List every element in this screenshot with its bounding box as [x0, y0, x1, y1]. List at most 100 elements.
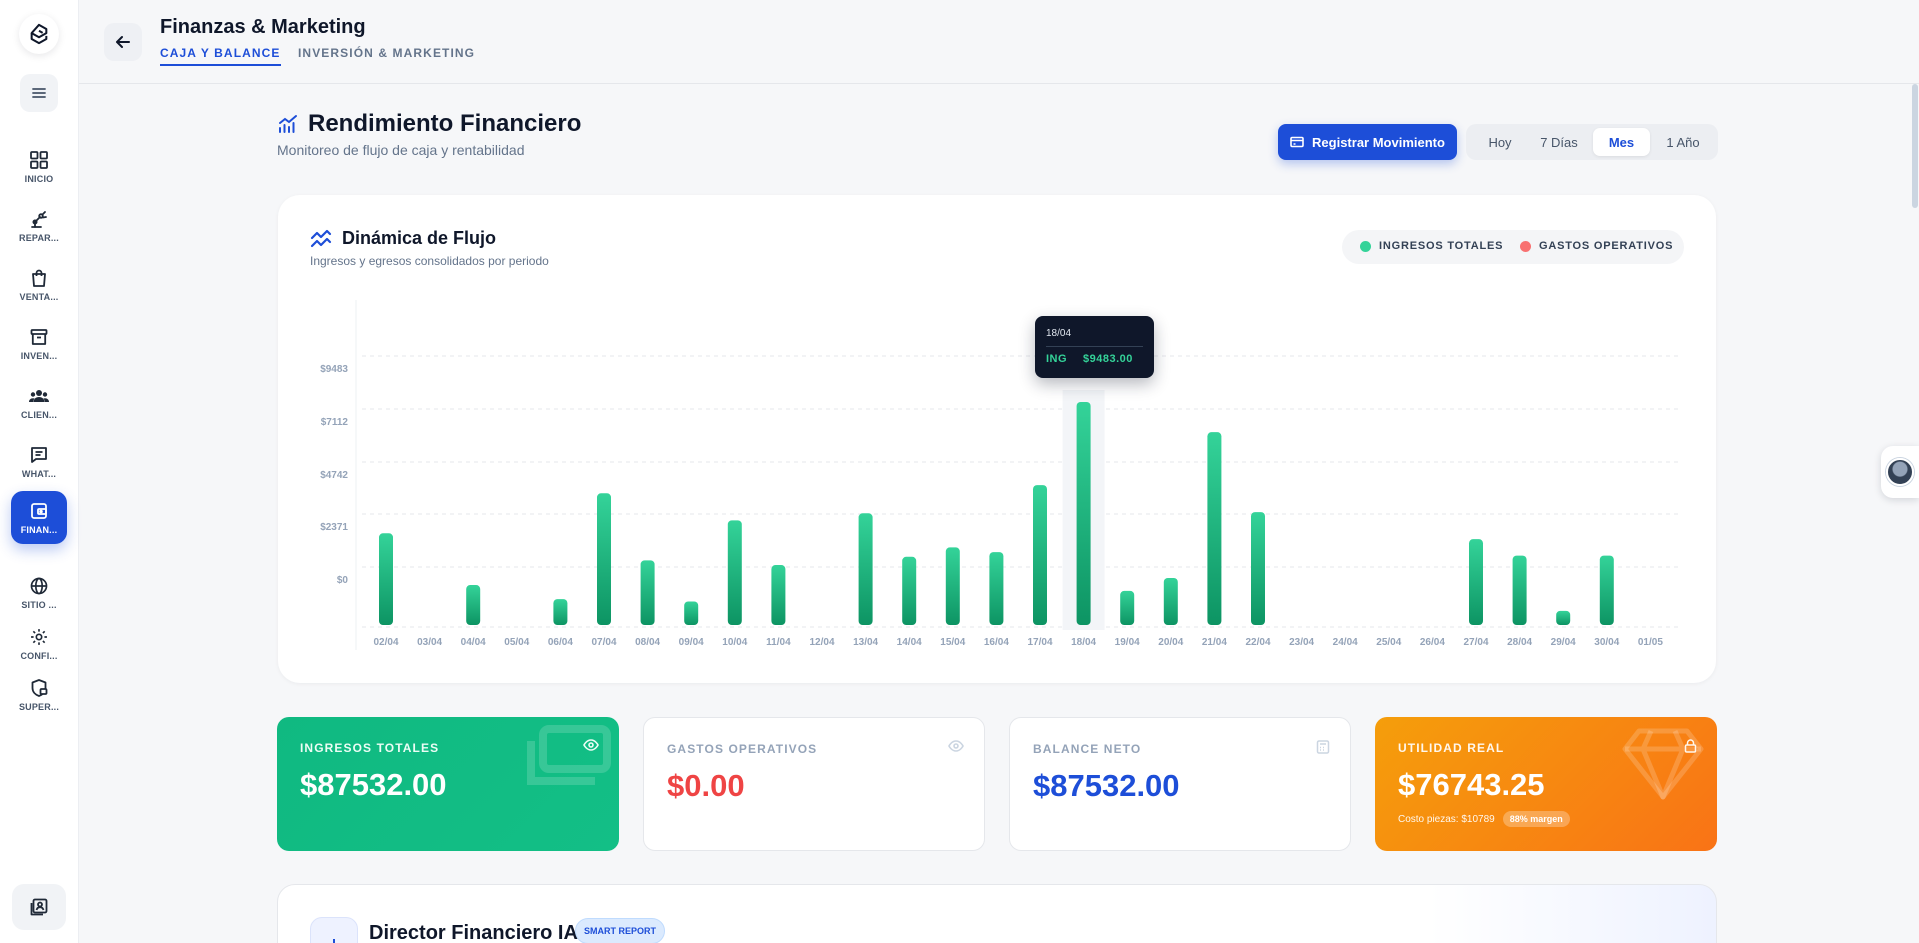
x-tick-label: 04/04 — [461, 637, 486, 648]
x-tick-label: 22/04 — [1245, 637, 1270, 648]
stat-label: BALANCE NETO — [1033, 742, 1142, 756]
user-profile-button[interactable] — [12, 884, 66, 930]
cost-text: Costo piezas: $10789 — [1398, 813, 1495, 825]
eye-icon[interactable] — [948, 740, 964, 752]
bar-ingresos — [945, 547, 960, 625]
eye-icon[interactable] — [583, 739, 599, 751]
legend-item-ingresos[interactable]: INGRESOS TOTALES — [1360, 240, 1503, 252]
stat-label: UTILIDAD REAL — [1398, 741, 1505, 755]
x-tick-label: 15/04 — [940, 637, 965, 648]
bar-ingresos — [1076, 402, 1091, 625]
archive-icon — [30, 329, 48, 345]
chat-icon — [31, 447, 47, 463]
menu-toggle-button[interactable] — [20, 74, 58, 112]
sidebar-item-label: SITIO ... — [21, 600, 57, 610]
sidebar: INICIO REPAR... VENTA... INVEN... CLIEN.… — [0, 0, 79, 943]
scrollbar-thumb[interactable] — [1912, 84, 1918, 208]
bar-ingresos — [1251, 512, 1265, 625]
legend-item-gastos[interactable]: GASTOS OPERATIVOS — [1520, 240, 1673, 252]
registrar-movimiento-button[interactable]: Registrar Movimiento — [1278, 124, 1457, 160]
floating-support-avatar[interactable] — [1881, 446, 1919, 498]
sidebar-item-label: CONFI... — [20, 651, 58, 661]
cash-flow-chart[interactable]: $9483 $7112 $4742 $2371 $0 02/04 03/04 04/04 05… — [300, 290, 1700, 660]
users-icon — [29, 390, 49, 402]
smart-report-badge: SMART REPORT — [575, 918, 665, 943]
sidebar-item-clientes[interactable]: CLIEN... — [11, 377, 67, 429]
app-logo[interactable] — [19, 14, 59, 54]
stat-value: $76743.25 — [1398, 767, 1545, 802]
trend-wave-icon — [310, 229, 332, 248]
tab-caja-y-balance[interactable]: CAJA Y BALANCE — [160, 46, 281, 66]
sidebar-item-label: WHAT... — [21, 469, 57, 479]
bar-ingresos — [684, 601, 699, 625]
range-7-dias[interactable]: 7 Días — [1530, 128, 1588, 156]
profit-footnote: Costo piezas: $10789 88% margen — [1398, 811, 1570, 827]
x-tick-label: 09/04 — [679, 637, 704, 648]
sidebar-item-reparaciones[interactable]: REPAR... — [11, 200, 67, 252]
bag-icon — [32, 269, 46, 287]
sidebar-item-label: CLIEN... — [20, 410, 58, 420]
x-tick-label: 19/04 — [1115, 637, 1140, 648]
tooltip-series-label: ING — [1046, 353, 1068, 365]
x-tick-label: 23/04 — [1289, 637, 1314, 648]
grid-icon — [30, 151, 48, 169]
tab-inversion-marketing[interactable]: INVERSIÓN & MARKETING — [298, 46, 475, 64]
stat-label: GASTOS OPERATIVOS — [667, 742, 818, 756]
y-tick-label: $7112 — [321, 417, 349, 428]
wallet-icon — [31, 502, 47, 519]
range-mes[interactable]: Mes — [1593, 128, 1650, 156]
stat-label: INGRESOS TOTALES — [300, 741, 440, 755]
bar-ingresos — [989, 552, 1004, 625]
x-tick-label: 10/04 — [722, 637, 747, 648]
x-tick-label: 06/04 — [548, 637, 573, 648]
sidebar-item-configuracion[interactable]: CONFI... — [11, 618, 67, 670]
chart-subtitle: Ingresos y egresos consolidados por peri… — [310, 254, 549, 268]
arrow-left-icon — [116, 36, 130, 48]
shield-lock-icon — [31, 679, 48, 697]
x-tick-label: 25/04 — [1376, 637, 1401, 648]
bar-ingresos — [1120, 590, 1135, 625]
sidebar-item-inicio[interactable]: INICIO — [11, 141, 67, 193]
range-1-ano[interactable]: 1 Año — [1654, 128, 1712, 156]
sidebar-item-finanzas[interactable]: FINAN... — [11, 491, 67, 544]
bar-ingresos — [379, 533, 393, 625]
contact-card-icon — [30, 898, 48, 916]
x-tick-label: 26/04 — [1420, 637, 1445, 648]
stat-card-balance: BALANCE NETO $87532.00 — [1009, 717, 1351, 851]
robot-icon — [333, 939, 335, 943]
x-tick-label: 11/04 — [766, 637, 791, 648]
sidebar-item-sitio[interactable]: SITIO ... — [11, 567, 67, 619]
x-tick-label: 21/04 — [1202, 637, 1227, 648]
tooltip-date: 18/04 — [1046, 328, 1072, 339]
chart-legend: INGRESOS TOTALES GASTOS OPERATIVOS — [1342, 230, 1684, 264]
lock-icon — [1684, 739, 1697, 753]
sidebar-item-label: REPAR... — [19, 233, 59, 243]
bar-ingresos — [466, 585, 481, 625]
page-title: Finanzas & Marketing — [160, 16, 366, 38]
bar-ingresos — [597, 493, 611, 625]
bar-ingresos — [1033, 485, 1047, 625]
back-button[interactable] — [104, 23, 142, 61]
bar-ingresos — [858, 513, 873, 625]
x-tick-label: 14/04 — [897, 637, 922, 648]
stat-value: $0.00 — [667, 768, 745, 803]
sidebar-item-super[interactable]: SUPER... — [11, 669, 67, 721]
bar-ingresos — [1556, 610, 1571, 625]
range-hoy[interactable]: Hoy — [1476, 128, 1524, 156]
sidebar-item-label: VENTA... — [19, 292, 59, 302]
x-tick-label: 07/04 — [591, 637, 616, 648]
section-title: Rendimiento Financiero — [308, 110, 582, 137]
sidebar-item-inventario[interactable]: INVEN... — [11, 318, 67, 370]
margin-badge: 88% margen — [1502, 811, 1570, 827]
stat-card-utilidad: UTILIDAD REAL $76743.25 Costo piezas: $1… — [1375, 717, 1717, 851]
y-tick-label: $0 — [337, 575, 349, 586]
x-tick-label: 16/04 — [984, 637, 1009, 648]
bar-ingresos — [1469, 539, 1483, 625]
bar-ingresos — [1599, 555, 1614, 625]
legend-dot — [1360, 240, 1371, 252]
sidebar-item-whatsapp[interactable]: WHAT... — [11, 436, 67, 488]
registrar-movimiento-label: Registrar Movimiento — [1312, 134, 1445, 150]
sidebar-item-ventas[interactable]: VENTA... — [11, 259, 67, 311]
ai-card-title: Director Financiero IA — [369, 922, 578, 943]
date-range-selector: Hoy 7 Días Mes 1 Año — [1466, 124, 1718, 160]
